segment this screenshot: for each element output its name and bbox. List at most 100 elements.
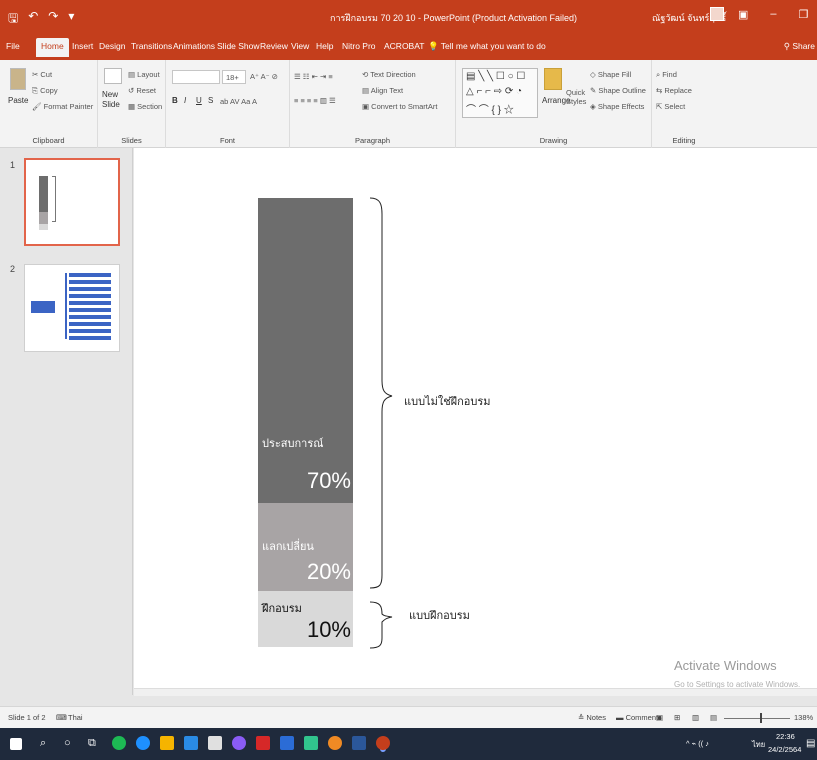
zoom-level[interactable]: 138% bbox=[794, 713, 813, 722]
clock-time[interactable]: 22:36 bbox=[776, 732, 795, 741]
bold-button[interactable]: B bbox=[172, 96, 178, 105]
new-slide-icon[interactable] bbox=[104, 68, 122, 84]
edge-icon[interactable] bbox=[136, 736, 150, 750]
strikethrough-button[interactable]: S bbox=[208, 96, 213, 105]
font-group: 18+ A⁺ A⁻ ⊘ B I U S ab AV Aa A Font bbox=[166, 60, 290, 148]
tab-animations[interactable]: Animations bbox=[173, 41, 215, 51]
restore-button[interactable]: ❐ bbox=[799, 8, 809, 21]
paste-button[interactable]: Paste bbox=[8, 96, 28, 105]
font-name-input[interactable] bbox=[172, 70, 220, 84]
shapes-gallery[interactable]: ▤ ╲ ╲ ☐ ○ ☐ △ ⌐ ⌐ ⇨ ⟳ ◔ ⌒ ⌒ { } ☆ bbox=[462, 68, 538, 118]
font-color-icon[interactable]: ab AV Aa A bbox=[220, 97, 257, 106]
tab-transitions[interactable]: Transitions bbox=[131, 41, 172, 51]
lightbulb-icon: 💡 bbox=[428, 41, 441, 51]
spotify-icon[interactable] bbox=[112, 736, 126, 750]
align-icons[interactable]: ≡ ≡ ≡ ≡ ▥ ☰ bbox=[294, 96, 336, 105]
paste-icon[interactable] bbox=[10, 68, 26, 90]
paragraph-group: ☰ ☷ ⇤ ⇥ ≡ ≡ ≡ ≡ ≡ ▥ ☰ ⟲ Text Direction ▤… bbox=[290, 60, 456, 148]
italic-button[interactable]: I bbox=[184, 96, 186, 105]
word-icon[interactable] bbox=[280, 736, 294, 750]
comments-button[interactable]: ▬ Comments bbox=[616, 713, 662, 722]
tab-design[interactable]: Design bbox=[99, 41, 125, 51]
shape-outline-button[interactable]: ✎ Shape Outline bbox=[590, 86, 646, 95]
input-language[interactable]: ไทย bbox=[752, 739, 765, 751]
save-icon[interactable]: 🖫 bbox=[8, 9, 18, 30]
store-icon[interactable] bbox=[208, 736, 222, 750]
word-app-icon[interactable] bbox=[352, 736, 366, 750]
spellcheck-icon[interactable]: ⌨ bbox=[56, 713, 67, 722]
brace-label-training[interactable]: แบบฝึกอบรม bbox=[409, 606, 470, 624]
start-icon[interactable] bbox=[10, 738, 22, 750]
file-explorer-icon[interactable] bbox=[160, 736, 174, 750]
convert-smartart-button[interactable]: ▣ Convert to SmartArt bbox=[362, 102, 437, 111]
zoom-slider-thumb[interactable] bbox=[760, 713, 762, 723]
quick-styles-button[interactable]: Quick Styles bbox=[566, 88, 590, 106]
avatar[interactable] bbox=[710, 7, 724, 21]
chrome-icon[interactable] bbox=[328, 736, 342, 750]
cut-button[interactable]: ✂ Cut bbox=[32, 70, 52, 79]
clock-date[interactable]: 24/2/2564 bbox=[768, 745, 801, 754]
zoom-slider[interactable] bbox=[724, 718, 790, 719]
font-size-input[interactable]: 18+ bbox=[222, 70, 246, 84]
tab-home[interactable]: Home bbox=[36, 38, 69, 57]
find-button[interactable]: ⌕ Find bbox=[656, 70, 677, 80]
language-indicator[interactable]: Thai bbox=[68, 713, 83, 722]
undo-icon[interactable]: ↶ bbox=[28, 9, 38, 30]
view-slideshow-icon[interactable]: ▤ bbox=[710, 713, 717, 722]
slide-thumbnail-2[interactable] bbox=[24, 264, 120, 352]
tab-nitro-pro[interactable]: Nitro Pro bbox=[342, 41, 376, 51]
tab-file[interactable]: File bbox=[6, 41, 20, 51]
text-direction-button[interactable]: ⟲ Text Direction bbox=[362, 70, 416, 79]
underline-button[interactable]: U bbox=[196, 96, 202, 105]
segment-exchange[interactable]: แลกเปลี่ยน 20% bbox=[258, 503, 353, 591]
view-reading-icon[interactable]: ▥ bbox=[692, 713, 699, 722]
messenger-icon[interactable] bbox=[232, 736, 246, 750]
tab-view[interactable]: View bbox=[291, 41, 309, 51]
horizontal-scrollbar[interactable] bbox=[134, 688, 817, 696]
copy-button[interactable]: ⎘ Copy bbox=[32, 86, 58, 96]
format-painter-button[interactable]: 🖌 Format Painter bbox=[32, 102, 93, 111]
ribbon-display-options-icon[interactable]: ▣ bbox=[738, 8, 748, 21]
replace-button[interactable]: ⇆ Replace bbox=[656, 86, 692, 95]
view-sorter-icon[interactable]: ⊞ bbox=[674, 713, 680, 722]
tell-me-box[interactable]: 💡 Tell me what you want to do bbox=[428, 41, 546, 52]
shape-fill-button[interactable]: ◇ Shape Fill bbox=[590, 70, 631, 79]
grow-font-icon[interactable]: A⁺ A⁻ ⊘ bbox=[250, 72, 278, 81]
tab-acrobat[interactable]: ACROBAT bbox=[384, 41, 424, 51]
mail-icon[interactable] bbox=[184, 736, 198, 750]
view-normal-icon[interactable]: ▣ bbox=[656, 713, 663, 722]
section-button[interactable]: ▦ Section bbox=[128, 102, 162, 111]
notes-button[interactable]: ≙ Notes bbox=[578, 713, 606, 722]
bullets-icon[interactable]: ☰ ☷ ⇤ ⇥ ≡ bbox=[294, 72, 333, 81]
windows-taskbar: ⌕ ○ ⧉ ^ ⌁ (( ♪ ไทย 22:36 24/2/2564 ▤ bbox=[0, 728, 817, 760]
new-slide-button[interactable]: New Slide bbox=[102, 90, 128, 110]
slide-canvas[interactable] bbox=[134, 148, 817, 688]
app-icon[interactable] bbox=[256, 736, 270, 750]
segment-training[interactable]: ฝึกอบรม 10% bbox=[258, 591, 353, 647]
system-tray-icons[interactable]: ^ ⌁ (( ♪ bbox=[686, 739, 709, 748]
select-button[interactable]: ⇱ Select bbox=[656, 102, 685, 111]
tab-help[interactable]: Help bbox=[316, 41, 333, 51]
task-view-icon[interactable]: ⧉ bbox=[88, 737, 96, 750]
notifications-icon[interactable]: ▤ bbox=[806, 738, 815, 749]
editing-label: Editing bbox=[672, 136, 696, 145]
tab-insert[interactable]: Insert bbox=[72, 41, 93, 51]
share-button[interactable]: ⚲ Share bbox=[784, 41, 815, 52]
tab-slide-show[interactable]: Slide Show bbox=[217, 41, 260, 51]
powerpoint-icon[interactable] bbox=[376, 736, 390, 750]
cortana-icon[interactable]: ○ bbox=[64, 737, 71, 749]
segment-experience[interactable]: ประสบการณ์ 70% bbox=[258, 198, 353, 503]
brace-label-non-training[interactable]: แบบไม่ใช่ฝึกอบรม bbox=[404, 392, 491, 410]
line-icon[interactable] bbox=[304, 736, 318, 750]
search-icon[interactable]: ⌕ bbox=[40, 737, 46, 750]
layout-button[interactable]: ▤ Layout bbox=[128, 70, 160, 79]
reset-button[interactable]: ↺ Reset bbox=[128, 86, 156, 95]
minimize-button[interactable]: – bbox=[770, 8, 776, 21]
tab-review[interactable]: Review bbox=[260, 41, 288, 51]
shape-effects-button[interactable]: ◈ Shape Effects bbox=[590, 102, 644, 111]
arrange-icon[interactable] bbox=[544, 68, 562, 90]
customize-qat-icon[interactable]: ▾ bbox=[68, 9, 74, 30]
redo-icon[interactable]: ↷ bbox=[48, 9, 58, 30]
slide-thumbnail-1[interactable] bbox=[24, 158, 120, 246]
align-text-button[interactable]: ▤ Align Text bbox=[362, 86, 403, 95]
